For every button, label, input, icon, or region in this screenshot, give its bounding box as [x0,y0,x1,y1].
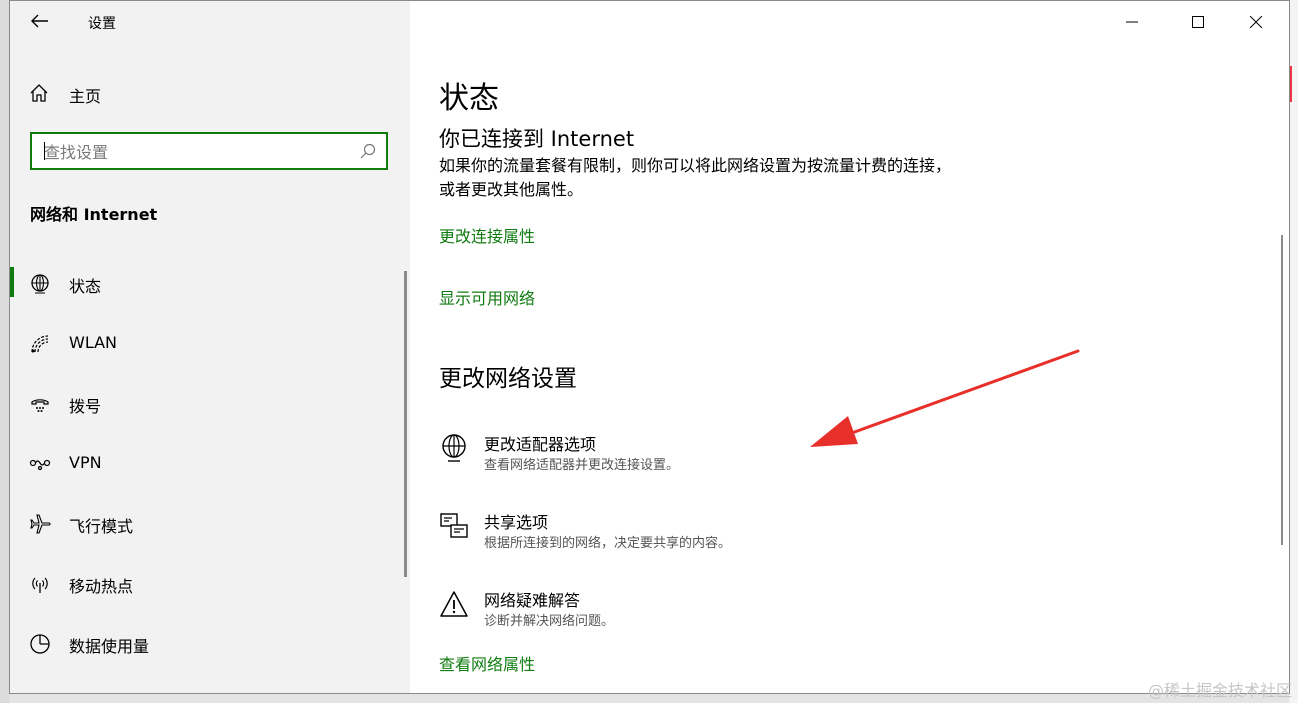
sidebar-item-hotspot[interactable]: 移动热点 [10,553,410,613]
change-network-settings-title: 更改网络设置 [439,366,577,392]
globe-icon [31,274,49,294]
back-button[interactable] [26,7,56,35]
minimize-icon [1126,21,1138,23]
sharing-icon [440,513,468,538]
sharing-options-item[interactable]: 共享选项 根据所连接到的网络，决定要共享的内容。 [439,509,939,559]
sidebar-item-label: 移动热点 [69,577,134,596]
option-description: 根据所连接到的网络，决定要共享的内容。 [484,536,732,551]
minimize-button[interactable] [1109,7,1155,37]
hotspot-icon [32,577,48,593]
search-input[interactable] [42,141,346,163]
app-title: 设置 [88,16,116,32]
network-troubleshooter-item[interactable]: 网络疑难解答 诊断并解决网络问题。 [439,587,939,637]
option-title: 共享选项 [484,513,549,532]
search-icon [360,143,376,159]
sidebar-item-data-usage[interactable]: 数据使用量 [10,613,410,673]
maximize-button[interactable] [1175,7,1221,37]
titlebar-left: 设置 [10,1,410,41]
vpn-icon [29,459,51,471]
dialup-icon [31,399,49,412]
search-box[interactable] [30,132,388,170]
sidebar: 设置 主页 网络和 Internet 状态 [10,1,410,693]
page-title: 状态 [439,81,499,116]
option-title: 更改适配器选项 [484,435,597,454]
sidebar-item-status[interactable]: 状态 [10,253,410,313]
sidebar-item-label: 主页 [69,87,102,106]
data-usage-icon [30,634,50,654]
home-icon [30,84,48,102]
sidebar-item-dialup[interactable]: 拨号 [10,373,410,433]
sidebar-item-home[interactable]: 主页 [10,73,410,113]
option-description: 查看网络适配器并更改连接设置。 [484,458,680,473]
close-button[interactable] [1233,7,1279,37]
change-connection-properties-link[interactable]: 更改连接属性 [439,223,535,247]
sidebar-scrollbar[interactable] [404,271,407,577]
sidebar-item-label: 飞行模式 [69,517,134,536]
maximize-icon [1192,16,1204,28]
sidebar-item-wlan[interactable]: WLAN [10,313,410,373]
watermark: @稀土掘金技术社区 [1147,681,1292,700]
airplane-icon [30,514,51,534]
red-annotation-arrow [810,349,1080,447]
sidebar-item-label: WLAN [69,333,118,352]
connection-status-title: 你已连接到 Internet [439,127,635,151]
sidebar-item-label: 状态 [69,277,102,296]
sidebar-item-airplane[interactable]: 飞行模式 [10,493,410,553]
sidebar-item-label: VPN [69,453,102,472]
option-title: 网络疑难解答 [484,591,581,610]
sidebar-item-vpn[interactable]: VPN [10,433,410,493]
settings-window: 设置 主页 网络和 Internet 状态 [9,0,1290,694]
sidebar-item-label: 数据使用量 [69,637,150,656]
connection-description: 如果你的流量套餐有限制，则你可以将此网络设置为按流量计费的连接，或者更改其他属性… [439,156,952,199]
section-title: 网络和 Internet [30,205,158,224]
wifi-icon [31,335,49,353]
sidebar-item-label: 拨号 [69,397,102,416]
warning-icon [440,591,468,617]
background-right [1289,0,1298,703]
sidebar-nav: 状态 WLAN 拨号 VPN 飞行模式 移动热点 数据使用量 [10,253,410,673]
caption-buttons [1109,1,1289,41]
adapter-icon [442,434,466,462]
view-network-properties-link[interactable]: 查看网络属性 [439,651,535,675]
option-description: 诊断并解决网络问题。 [484,614,615,629]
show-available-networks-link[interactable]: 显示可用网络 [439,285,535,309]
main-scrollbar[interactable] [1281,235,1283,545]
text-caret [44,142,45,160]
main-content: 状态 你已连接到 Internet 如果你的流量套餐有限制，则你可以将此网络设置… [410,1,1289,693]
back-arrow-icon [31,14,48,28]
close-icon [1250,16,1262,28]
